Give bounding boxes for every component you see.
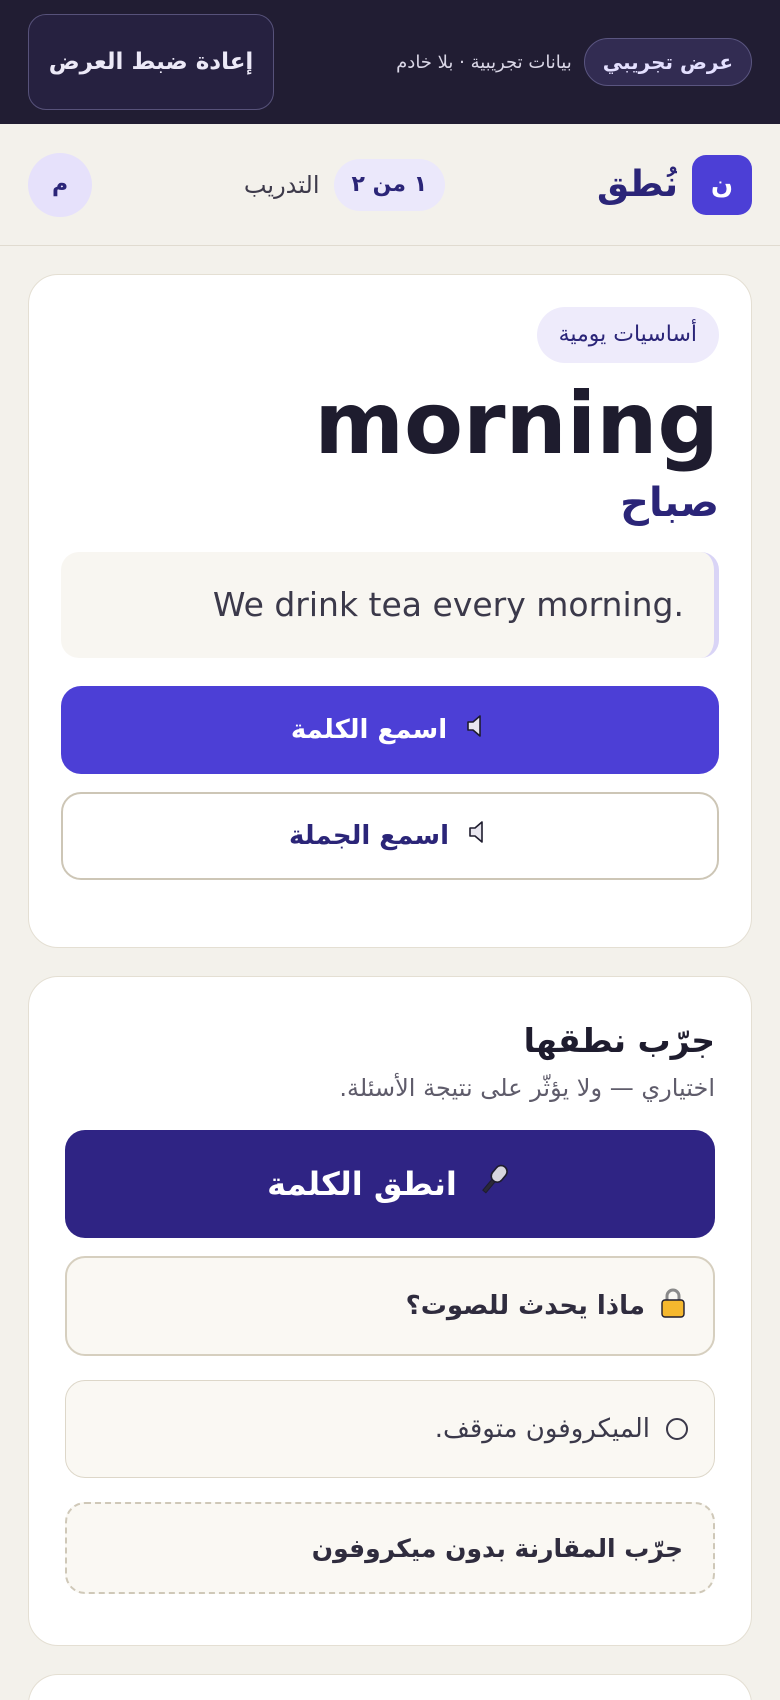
audio-info-label: ماذا يحدث للصوت؟ [405,1291,645,1321]
audio-info-toggle[interactable]: ماذا يحدث للصوت؟ [65,1256,715,1356]
reset-demo-button[interactable]: إعادة ضبط العرض [28,14,274,110]
section-label: التدريب [243,170,320,199]
microphone-status: الميكروفون متوقف. [65,1380,715,1478]
avatar[interactable]: م [28,152,93,217]
compare-without-mic-button[interactable]: جرّب المقارنة بدون ميكروفون [65,1502,715,1594]
brand[interactable]: ن نُطق [596,154,752,215]
progress-indicator: ١ من ٢ التدريب [243,158,446,211]
word-translation: صباح [620,479,719,526]
app-header: ن نُطق ١ من ٢ التدريب م [0,124,780,246]
microphone-status-text: الميكروفون متوقف. [434,1414,650,1444]
speaker-icon [465,713,489,746]
speak-word-label: انطق الكلمة [267,1165,457,1203]
practice-title: جرّب نطقها [523,1021,715,1060]
microphone-icon [475,1161,513,1207]
next-card [28,1674,752,1700]
demo-note: بيانات تجريبية · بلا خادم [396,51,572,73]
progress-pill: ١ من ٢ [333,158,446,211]
lock-icon [659,1287,687,1326]
category-pill: أساسيات يومية [536,307,719,363]
demo-info: عرض تجريبي بيانات تجريبية · بلا خادم [396,38,752,86]
listen-word-label: اسمع الكلمة [290,714,448,745]
brand-name: نُطق [596,164,678,205]
practice-card: جرّب نطقها اختياري — ولا يؤثّر على نتيجة… [28,976,752,1646]
brand-logo: ن [692,154,752,215]
listen-sentence-button[interactable]: اسمع الجملة [61,791,719,880]
status-circle-icon [666,1418,688,1440]
demo-badge: عرض تجريبي [583,38,752,86]
practice-subtitle: اختياري — ولا يؤثّر على نتيجة الأسئلة. [339,1074,715,1102]
demo-bar: عرض تجريبي بيانات تجريبية · بلا خادم إعا… [0,0,780,124]
listen-word-button[interactable]: اسمع الكلمة [61,685,719,774]
target-word: morning [314,374,719,474]
word-card: أساسيات يومية morning صباح We drink tea … [28,274,752,948]
speak-word-button[interactable]: انطق الكلمة [65,1130,715,1238]
listen-sentence-label: اسمع الجملة [289,820,449,851]
example-sentence: We drink tea every morning. [61,551,719,658]
speaker-icon [467,819,491,852]
